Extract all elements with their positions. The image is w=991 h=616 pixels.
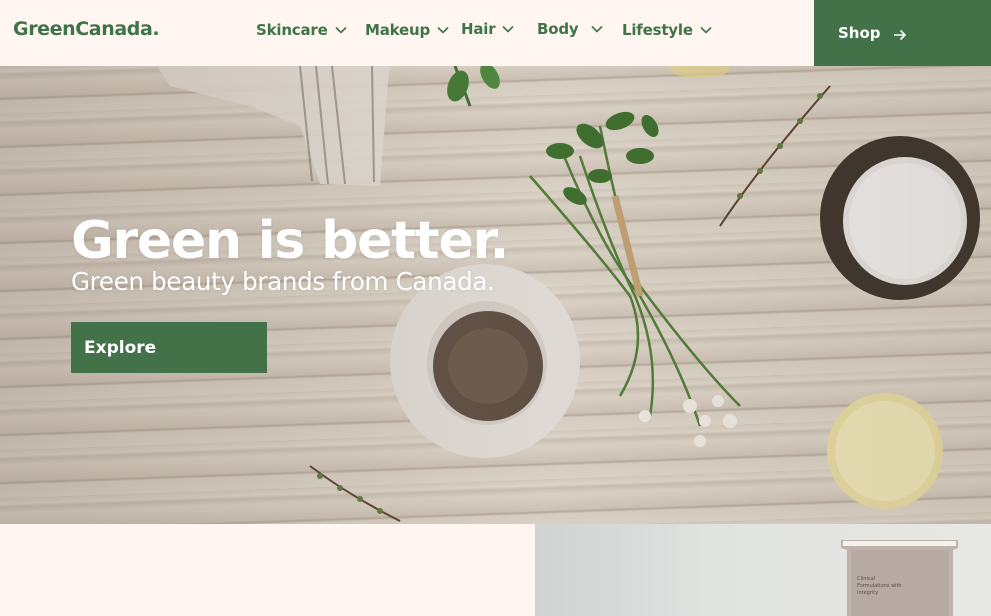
explore-button[interactable]: Explore xyxy=(71,322,267,373)
hero-title: Green is better. xyxy=(71,211,509,271)
nav-item-label: Skincare xyxy=(256,21,328,39)
site-header: GreenCanada. Skincare Makeup Hair Body L… xyxy=(0,0,991,66)
chevron-down-icon xyxy=(334,25,348,35)
nav-item-label: Hair xyxy=(461,20,496,38)
chevron-down-icon xyxy=(501,24,515,34)
chevron-down-icon xyxy=(436,25,450,35)
nav-item-body[interactable]: Body xyxy=(537,20,604,38)
shop-button[interactable]: Shop xyxy=(814,0,991,66)
arrow-right-icon xyxy=(893,27,907,41)
nav-item-label: Body xyxy=(537,20,579,38)
nav-item-lifestyle[interactable]: Lifestyle xyxy=(622,21,713,39)
hero-subtitle: Green beauty brands from Canada. xyxy=(71,267,495,296)
nav-item-label: Makeup xyxy=(365,21,431,39)
nav-item-makeup[interactable]: Makeup xyxy=(365,21,450,39)
product-label: Clinical Formulations with Integrity xyxy=(857,576,902,596)
hero-banner: Green is better. Green beauty brands fro… xyxy=(0,66,991,524)
promo-product-image: Clinical Formulations with Integrity xyxy=(535,524,991,616)
chevron-down-icon xyxy=(590,24,604,34)
chevron-down-icon xyxy=(699,25,713,35)
shop-label: Shop xyxy=(838,24,881,42)
nav-item-label: Lifestyle xyxy=(622,21,693,39)
nav-item-hair[interactable]: Hair xyxy=(461,20,515,38)
promo-text-panel xyxy=(0,524,535,616)
site-logo[interactable]: GreenCanada. xyxy=(13,18,160,40)
nav-item-skincare[interactable]: Skincare xyxy=(256,21,348,39)
